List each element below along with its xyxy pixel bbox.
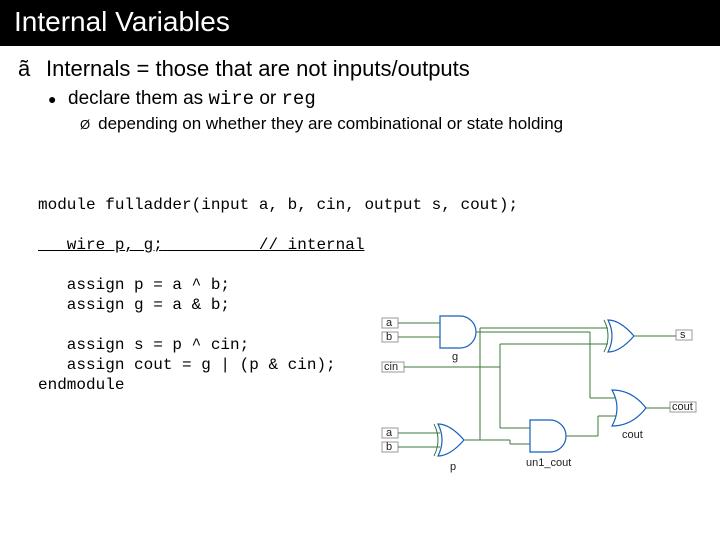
code-comment-underlined: // internal	[163, 236, 365, 254]
bullet-text: declare them as wire or reg	[68, 88, 316, 110]
code-line: endmodule	[38, 376, 124, 394]
pin-label-b: b	[386, 331, 392, 343]
gate-label-un1: un1_cout	[526, 457, 571, 469]
gate-label-p: p	[450, 461, 456, 473]
circuit-diagram: a b cin a b g p s un1_cout cout cout	[380, 310, 700, 490]
bullet-marker-triangle: Ø	[80, 115, 90, 135]
gate-label-cout: cout	[622, 429, 643, 441]
bullet-text: Internals = those that are not inputs/ou…	[46, 56, 470, 82]
slide-title: Internal Variables	[0, 0, 720, 46]
code-inline: wire	[208, 88, 254, 110]
bullet-level1: ã Internals = those that are not inputs/…	[18, 56, 702, 82]
bullet-text: depending on whether they are combinatio…	[98, 114, 563, 134]
bullet-marker-tilde: ã	[18, 56, 36, 82]
code-line: module fulladder(input a, b, cin, output…	[38, 196, 518, 214]
text-fragment: declare them as	[68, 88, 208, 109]
bullet-level2: ● declare them as wire or reg	[48, 88, 702, 110]
pin-label-b2: b	[386, 441, 392, 453]
text-fragment: or	[254, 88, 281, 109]
code-line: assign p = a ^ b;	[38, 276, 230, 294]
pin-label-a2: a	[386, 427, 393, 439]
gate-label-g: g	[452, 351, 458, 363]
bullet-level3: Ø depending on whether they are combinat…	[80, 114, 702, 135]
code-line-underlined: wire p, g;	[38, 236, 163, 254]
pin-label-s: s	[680, 329, 686, 341]
code-line: assign s = p ^ cin;	[38, 336, 249, 354]
code-line: assign g = a & b;	[38, 296, 230, 314]
pin-label-cin: cin	[384, 361, 398, 373]
bullet-marker-disc: ●	[48, 88, 58, 110]
pin-label-a: a	[386, 317, 393, 329]
code-inline: reg	[282, 88, 316, 110]
code-line: assign cout = g | (p & cin);	[38, 356, 336, 374]
pin-label-cout: cout	[672, 401, 693, 413]
